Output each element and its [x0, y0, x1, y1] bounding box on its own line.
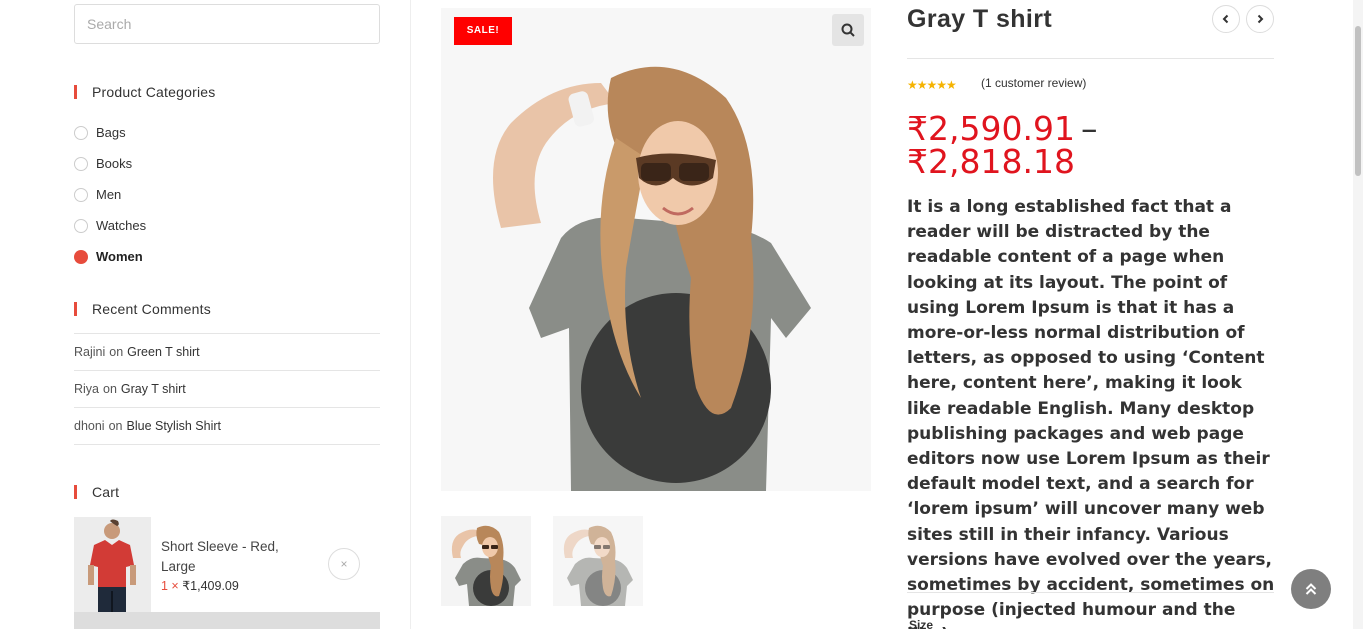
cart-item-name[interactable]: Short Sleeve - Red, Large	[161, 537, 301, 577]
comment-post-link[interactable]: Blue Stylish Shirt	[127, 419, 221, 433]
comment-author: Rajini	[74, 345, 106, 359]
comment-item: dhoni on Blue Stylish Shirt	[74, 408, 380, 445]
category-item-women[interactable]: Women	[74, 241, 380, 272]
product-thumbnail-1[interactable]	[441, 516, 531, 606]
search-icon	[841, 23, 855, 37]
product-description: It is a long established fact that a rea…	[907, 197, 1275, 629]
cart-item-image[interactable]	[74, 517, 151, 612]
radio-icon[interactable]	[74, 187, 88, 202]
previous-product-button[interactable]	[1212, 5, 1240, 33]
category-item-books[interactable]: Books	[74, 148, 380, 179]
chevron-left-icon	[1222, 14, 1229, 24]
category-item-men[interactable]: Men	[74, 179, 380, 210]
recent-comments-list: Rajini on Green T shirt Riya on Gray T s…	[74, 333, 380, 445]
recent-comments-title: Recent Comments	[74, 301, 211, 317]
search-input[interactable]	[74, 4, 380, 44]
sale-badge: SALE!	[454, 17, 512, 45]
comment-post-link[interactable]: Gray T shirt	[121, 382, 186, 396]
description-divider	[907, 592, 1274, 593]
comment-on: on	[109, 345, 124, 359]
scrollbar-thumb[interactable]	[1355, 26, 1361, 176]
category-label: Men	[96, 187, 122, 202]
customer-review-link[interactable]: (1 customer review)	[981, 76, 1086, 90]
chevron-right-icon	[1257, 14, 1264, 24]
radio-icon[interactable]	[74, 125, 88, 140]
rating-stars: ★★★★★	[907, 78, 957, 92]
category-label: Bags	[96, 125, 126, 140]
category-label: Watches	[96, 218, 147, 233]
product-main-image[interactable]	[441, 8, 871, 491]
cart-item-qty: 1 ×	[161, 579, 179, 593]
scroll-to-top-button[interactable]	[1291, 569, 1331, 609]
cart-item: Short Sleeve - Red, Large 1 × ₹1,409.09 …	[74, 517, 380, 612]
category-list: Bags Books Men Watches Women	[74, 117, 380, 272]
product-thumbnail-2[interactable]	[553, 516, 643, 606]
radio-icon[interactable]	[74, 156, 88, 171]
radio-icon[interactable]	[74, 218, 88, 233]
next-product-button[interactable]	[1246, 5, 1274, 33]
zoom-button[interactable]	[832, 14, 864, 46]
comment-on: on	[108, 419, 123, 433]
cart-item-quantity-price: 1 × ₹1,409.09	[161, 578, 239, 593]
category-item-bags[interactable]: Bags	[74, 117, 380, 148]
category-label: Books	[96, 156, 133, 171]
product-title: Gray T shirt	[907, 5, 1053, 33]
size-label: Size	[909, 618, 934, 629]
comment-author: dhoni	[74, 419, 105, 433]
cart-title: Cart	[74, 484, 119, 500]
product-categories-title: Product Categories	[74, 84, 215, 100]
double-chevron-up-icon	[1305, 583, 1317, 595]
comment-on: on	[103, 382, 117, 396]
radio-selected-icon[interactable]	[74, 249, 88, 264]
comment-item: Riya on Gray T shirt	[74, 371, 380, 408]
comment-post-link[interactable]: Green T shirt	[127, 345, 200, 359]
price-separator: –	[1080, 109, 1098, 148]
remove-cart-item-button[interactable]: ×	[328, 548, 360, 580]
comment-author: Riya	[74, 382, 100, 396]
comment-item: Rajini on Green T shirt	[74, 334, 380, 371]
category-label: Women	[96, 249, 143, 264]
price-max: ₹2,818.18	[907, 142, 1075, 181]
cart-item-price: ₹1,409.09	[182, 579, 239, 593]
cart-footer	[74, 612, 380, 629]
sidebar-divider	[410, 0, 411, 629]
sidebar: Product Categories Bags Books Men Watche…	[74, 0, 380, 629]
title-divider	[907, 58, 1274, 59]
page-scrollbar[interactable]	[1353, 0, 1363, 629]
category-item-watches[interactable]: Watches	[74, 210, 380, 241]
product-price: ₹2,590.91– ₹2,818.18	[907, 112, 1207, 178]
